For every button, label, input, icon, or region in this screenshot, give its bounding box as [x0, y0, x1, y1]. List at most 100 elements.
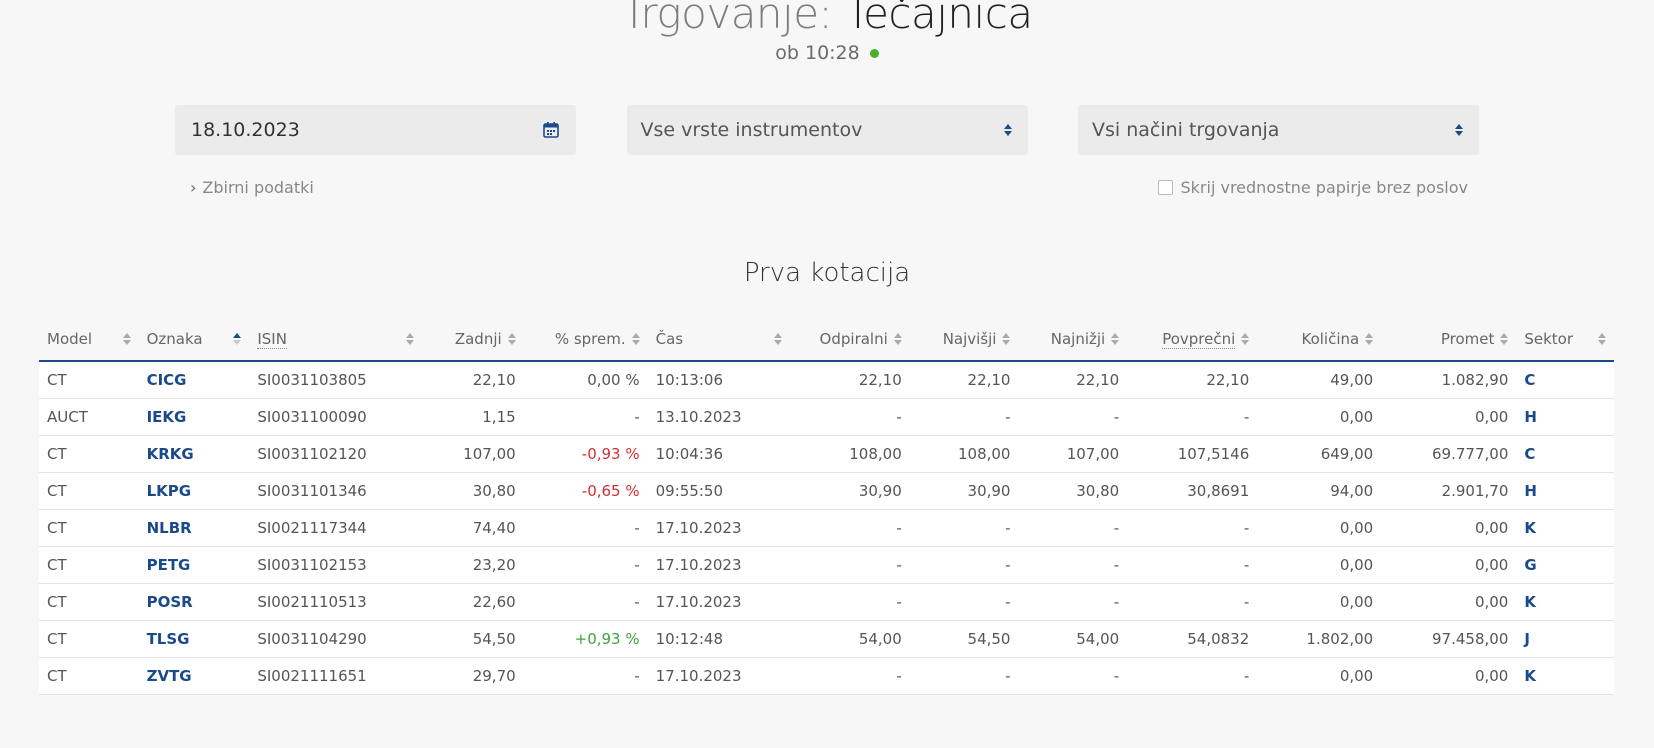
symbol-cell[interactable]: NLBR: [138, 509, 250, 547]
symbol-cell[interactable]: LKPG: [138, 472, 250, 510]
sort-icon[interactable]: [122, 333, 131, 345]
column-header[interactable]: ISIN: [249, 318, 423, 362]
change-cell: -: [523, 583, 648, 621]
table-row[interactable]: CT NLBR SI0021117344 74,40-17.10.2023- - - -0,…: [39, 509, 1614, 547]
sector-cell[interactable]: C: [1516, 361, 1614, 399]
quantity-cell: 0,00: [1257, 583, 1382, 621]
trading-mode-select[interactable]: Vsi načini trgovanja: [1078, 105, 1479, 155]
low-cell: -: [1018, 509, 1128, 547]
symbol-cell[interactable]: PETG: [138, 546, 250, 584]
sector-cell[interactable]: K: [1516, 583, 1614, 621]
column-header-label: Čas: [655, 330, 684, 348]
table-row[interactable]: CT ZVTG SI0021111651 29,70-17.10.2023- - - -0,…: [39, 657, 1614, 695]
table-row[interactable]: CT PETG SI0031102153 23,20-17.10.2023- - - -0,…: [39, 546, 1614, 584]
symbol-cell[interactable]: CICG: [138, 361, 250, 399]
turnover-cell: 69.777,00: [1381, 435, 1517, 473]
turnover-cell: 0,00: [1381, 398, 1517, 436]
chevron-right-icon: ›: [190, 178, 197, 197]
sector-cell[interactable]: H: [1516, 472, 1614, 510]
table-row[interactable]: AUCT IEKG SI0031100090 1,15-13.10.2023- - - -0…: [39, 398, 1614, 436]
column-header[interactable]: Oznaka: [138, 318, 250, 362]
date-value: 18.10.2023: [191, 119, 300, 141]
sort-icon[interactable]: [773, 333, 782, 345]
quotes-table-container: Model Oznaka ISIN Zadnji % sprem. Čas Odpiraln…: [39, 318, 1614, 695]
date-picker[interactable]: 18.10.2023: [175, 105, 576, 155]
isin-cell: SI0021117344: [249, 509, 423, 547]
column-header[interactable]: % sprem.: [523, 318, 648, 362]
sort-icon[interactable]: [1500, 333, 1509, 345]
column-header[interactable]: Najvišji: [909, 318, 1019, 362]
sort-icon[interactable]: [1002, 333, 1011, 345]
sort-icon[interactable]: [1241, 333, 1250, 345]
sort-icon[interactable]: [1365, 333, 1374, 345]
column-header[interactable]: Zadnji: [422, 318, 524, 362]
instrument-type-value: Vse vrste instrumentov: [640, 119, 863, 141]
symbol-cell[interactable]: IEKG: [138, 398, 250, 436]
quantity-cell: 49,00: [1257, 361, 1382, 399]
column-header-label: Količina: [1301, 330, 1360, 348]
sector-cell[interactable]: H: [1516, 398, 1614, 436]
column-header[interactable]: Sektor: [1516, 318, 1614, 362]
column-header[interactable]: Promet: [1381, 318, 1517, 362]
column-header[interactable]: Povprečni: [1127, 318, 1258, 362]
table-row[interactable]: CT LKPG SI0031101346 30,80 -0,65 % 09:55:50 30…: [39, 472, 1614, 510]
high-cell: 108,00: [909, 435, 1019, 473]
symbol-cell[interactable]: TLSG: [138, 620, 250, 658]
symbol-cell[interactable]: ZVTG: [138, 657, 250, 695]
column-header[interactable]: Čas: [647, 318, 790, 362]
column-header[interactable]: Model: [39, 318, 139, 362]
column-header-label: % sprem.: [554, 330, 626, 348]
sort-icon[interactable]: [893, 333, 902, 345]
last-price-cell: 29,70: [422, 657, 524, 695]
symbol-cell[interactable]: POSR: [138, 583, 250, 621]
instrument-type-select[interactable]: Vse vrste instrumentov: [626, 105, 1028, 155]
column-header-label: Najvišji: [942, 330, 997, 348]
table-row[interactable]: CT TLSG SI0031104290 54,50 +0,93 % 10:12:48 54…: [39, 620, 1614, 658]
open-cell: 22,10: [789, 361, 910, 399]
last-price-cell: 22,10: [422, 361, 524, 399]
calendar-icon[interactable]: [542, 121, 560, 139]
average-cell: -: [1127, 583, 1258, 621]
low-cell: -: [1018, 583, 1128, 621]
column-header[interactable]: Količina: [1257, 318, 1382, 362]
average-cell: -: [1127, 509, 1258, 547]
sort-icon[interactable]: [233, 333, 242, 345]
hide-no-trades-checkbox[interactable]: [1157, 180, 1173, 195]
average-cell: -: [1127, 398, 1258, 436]
symbol-cell[interactable]: KRKG: [138, 435, 250, 473]
update-time-text: ob 10:28: [775, 42, 860, 64]
turnover-cell: 0,00: [1381, 657, 1517, 695]
sort-icon[interactable]: [1111, 333, 1120, 345]
column-header[interactable]: Najnižji: [1018, 318, 1128, 362]
sector-cell[interactable]: C: [1516, 435, 1614, 473]
sort-icon[interactable]: [507, 333, 516, 345]
column-header[interactable]: Odpiralni: [789, 318, 910, 362]
column-header-label: Oznaka: [146, 330, 203, 348]
isin-cell: SI0021111651: [249, 657, 423, 695]
open-cell: 30,90: [789, 472, 910, 510]
open-cell: -: [789, 509, 910, 547]
sort-icon[interactable]: [631, 333, 640, 345]
sector-cell[interactable]: G: [1516, 546, 1614, 584]
sector-cell[interactable]: J: [1516, 620, 1614, 658]
turnover-cell: 97.458,00: [1381, 620, 1517, 658]
column-header-label: Povprečni: [1162, 329, 1236, 349]
summary-toggle[interactable]: › Zbirni podatki: [190, 178, 314, 197]
time-cell: 09:55:50: [647, 472, 790, 510]
sort-icon[interactable]: [1598, 333, 1606, 345]
last-price-cell: 30,80: [422, 472, 524, 510]
model-cell: CT: [39, 546, 139, 584]
sector-cell[interactable]: K: [1516, 657, 1614, 695]
isin-cell: SI0031101346: [249, 472, 423, 510]
time-cell: 17.10.2023: [647, 583, 790, 621]
table-row[interactable]: CT CICG SI0031103805 22,10 0,00 % 10:13:06 22,…: [39, 361, 1614, 399]
sort-icon[interactable]: [406, 333, 415, 345]
sector-cell[interactable]: K: [1516, 509, 1614, 547]
table-row[interactable]: CT KRKG SI0031102120 107,00 -0,93 % 10:04:36 1…: [39, 435, 1614, 473]
hide-no-trades-option[interactable]: Skrij vrednostne papirje brez poslov: [1157, 178, 1469, 197]
quantity-cell: 1.802,00: [1257, 620, 1382, 658]
turnover-cell: 1.082,90: [1381, 361, 1517, 399]
hide-no-trades-label: Skrij vrednostne papirje brez poslov: [1180, 178, 1469, 197]
model-cell: CT: [39, 657, 139, 695]
table-row[interactable]: CT POSR SI0021110513 22,60-17.10.2023- - - -0,…: [39, 583, 1614, 621]
